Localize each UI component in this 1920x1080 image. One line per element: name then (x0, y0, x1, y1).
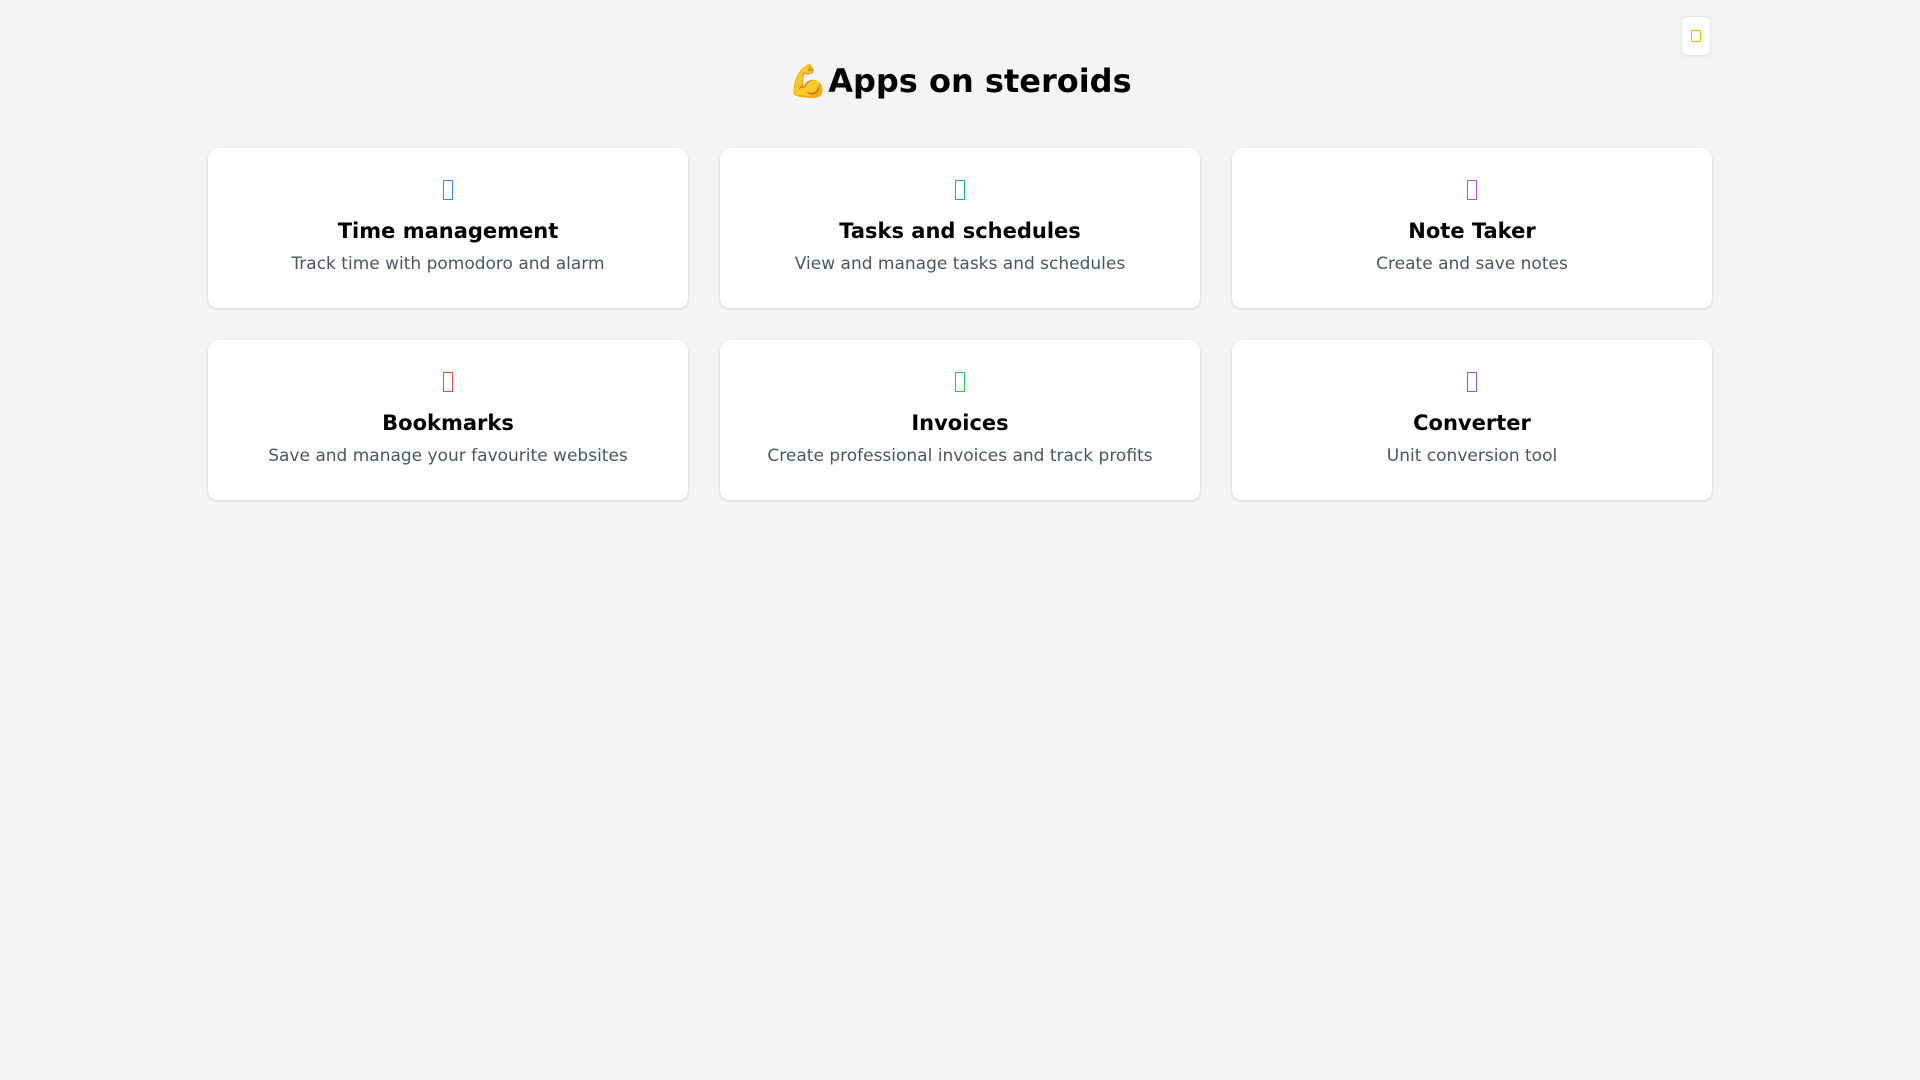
app-card-title: Converter (1413, 411, 1531, 435)
app-card-description: Unit conversion tool (1386, 446, 1558, 466)
app-card-description: Track time with pomodoro and alarm (291, 254, 605, 274)
bookmark-icon (443, 372, 453, 392)
app-card-title: Note Taker (1408, 219, 1536, 243)
page-title: 💪Apps on steroids (788, 62, 1132, 100)
tasks-icon (955, 180, 965, 200)
invoice-icon (955, 372, 965, 392)
clock-icon (443, 180, 453, 200)
app-card-title: Bookmarks (382, 411, 514, 435)
app-card-time-management[interactable]: Time management Track time with pomodoro… (208, 148, 688, 308)
app-card-tasks-and-schedules[interactable]: Tasks and schedules View and manage task… (720, 148, 1200, 308)
note-icon (1467, 180, 1477, 200)
app-card-description: Create and save notes (1376, 254, 1568, 274)
app-card-description: View and manage tasks and schedules (794, 254, 1126, 274)
app-card-description: Create professional invoices and track p… (767, 446, 1153, 466)
app-card-title: Time management (337, 219, 559, 243)
app-card-title: Tasks and schedules (839, 219, 1081, 243)
app-card-description: Save and manage your favourite websites (268, 446, 628, 466)
app-grid: Time management Track time with pomodoro… (208, 148, 1712, 500)
app-card-bookmarks[interactable]: Bookmarks Save and manage your favourite… (208, 340, 688, 500)
theme-toggle-button[interactable] (1681, 16, 1711, 56)
app-card-note-taker[interactable]: Note Taker Create and save notes (1232, 148, 1712, 308)
app-card-title: Invoices (911, 411, 1009, 435)
sun-icon (1691, 30, 1701, 42)
page: 💪Apps on steroids Time management Track … (0, 0, 1920, 1080)
converter-icon (1467, 372, 1477, 392)
app-card-invoices[interactable]: Invoices Create professional invoices an… (720, 340, 1200, 500)
app-card-converter[interactable]: Converter Unit conversion tool (1232, 340, 1712, 500)
